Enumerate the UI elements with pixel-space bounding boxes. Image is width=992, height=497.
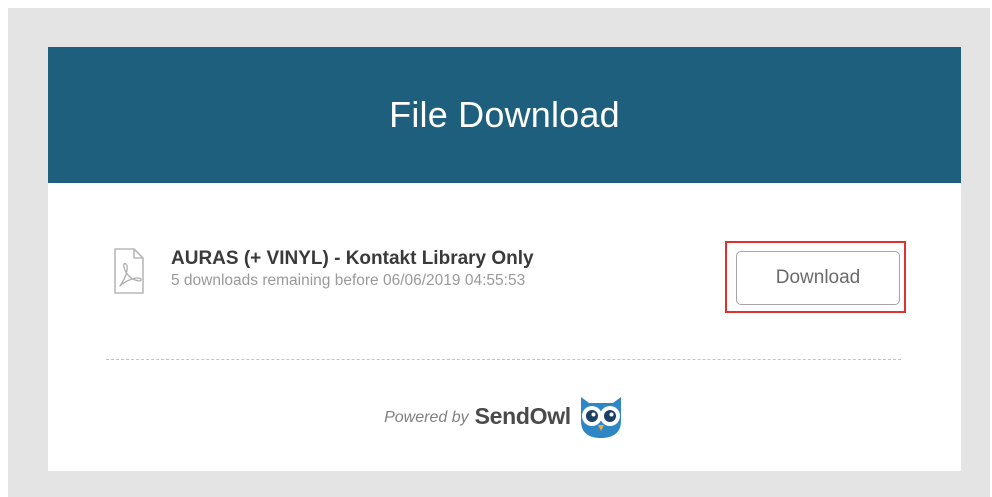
owl-icon xyxy=(580,397,621,438)
header-banner: File Download xyxy=(48,47,961,183)
download-card: File Download AURAS (+ VINYL) - Kontakt … xyxy=(48,47,961,471)
brand-name: SendOwl xyxy=(474,402,572,429)
powered-by-label: Powered by xyxy=(384,409,469,426)
downloads-remaining-text: 5 downloads remaining before 06/06/2019 … xyxy=(171,272,526,289)
file-name: AURAS (+ VINYL) - Kontakt Library Only xyxy=(171,248,534,269)
page-title: File Download xyxy=(389,94,620,135)
page-background: File Download AURAS (+ VINYL) - Kontakt … xyxy=(8,8,990,497)
pdf-file-icon xyxy=(114,248,144,294)
powered-by-footer: Powered by SendOwl xyxy=(48,393,961,439)
file-info: AURAS (+ VINYL) - Kontakt Library Only 5… xyxy=(171,248,534,291)
download-button[interactable]: Download xyxy=(736,251,900,305)
download-highlight-box: Download xyxy=(725,241,906,313)
divider xyxy=(106,359,901,360)
